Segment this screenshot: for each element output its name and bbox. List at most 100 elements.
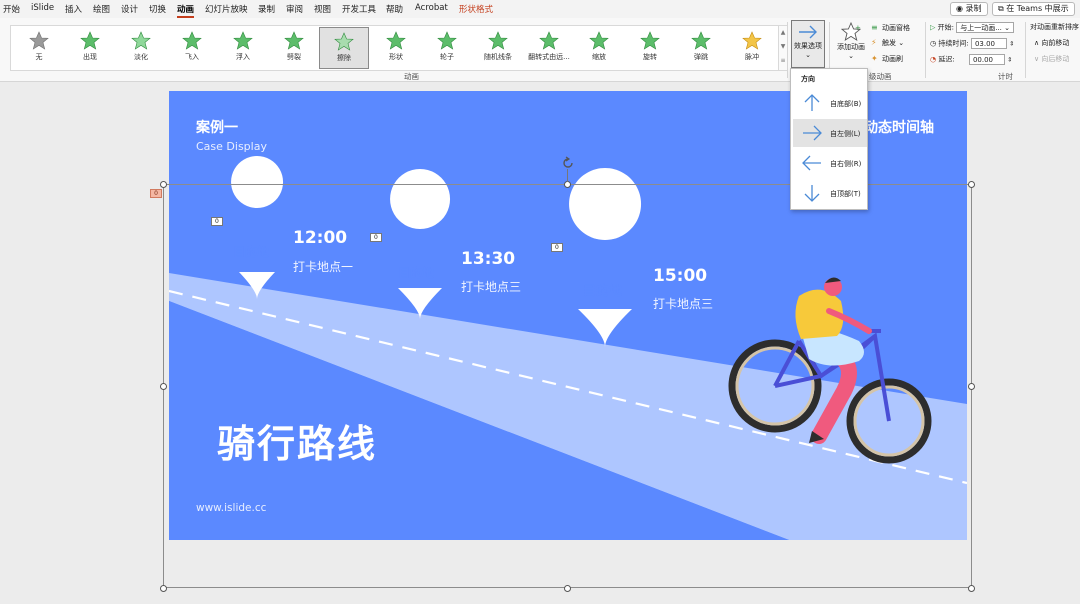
stop-place: 打卡地点三 [461,280,522,294]
spin-icon[interactable]: ⇕ [1009,41,1014,48]
trigger-button[interactable]: ⚡ 触发 ⌄ [871,38,904,48]
record-button[interactable]: ◉ 录制 [950,2,988,16]
more-icon[interactable]: ≡ [779,54,787,68]
route-title: 骑行路线 [217,422,378,466]
timeline-title: 动态时间轴 [864,120,934,136]
paintbrush-icon: ✦ [871,54,878,63]
anim-fly-in[interactable]: 飞入 [167,27,217,69]
resize-handle[interactable] [160,383,167,390]
chevron-up-icon[interactable]: ▲ [779,26,787,40]
animation-pane-button[interactable]: ≡ 动画窗格 [871,23,910,33]
resize-handle[interactable] [968,181,975,188]
resize-handle[interactable] [160,585,167,592]
teams-icon: ⧉ [998,4,1004,13]
direction-from-left[interactable]: 自左侧(L) [793,119,867,147]
tab-transitions[interactable]: 切换 [149,3,166,15]
tab-animations[interactable]: 动画 [177,3,195,18]
anim-pulse[interactable]: 脉冲 [727,27,777,69]
arrow-right-icon [799,25,817,39]
resize-handle[interactable] [564,181,571,188]
anim-appear[interactable]: 出现 [65,27,115,69]
star-green-icon [284,31,304,50]
stop-place: 打卡地点一 [293,260,354,274]
stop-time: 15:00 [653,266,708,286]
spin-icon[interactable]: ⇕ [1007,57,1012,64]
animation-order-tag[interactable]: 0 [551,243,563,252]
star-green-icon [131,31,151,50]
tab-draw[interactable]: 绘图 [93,3,110,15]
direction-from-bottom[interactable]: 自底部(B) [793,89,867,117]
pin-label: 目的地 [398,266,435,280]
tab-help[interactable]: 帮助 [386,3,403,15]
record-icon: ◉ [956,4,963,13]
star-green-icon [691,31,711,50]
play-icon: ▷ [930,23,936,32]
reorder-title: 对动画重新排序 [1030,23,1079,31]
chevron-down-icon: ⌄ [848,52,854,60]
chevron-down-icon: ∨ [1034,55,1040,63]
arrow-up-icon [804,94,820,111]
animation-gallery: 无 出现 淡化 飞入 浮入 劈裂 擦除 形状 轮子 随机线条 翻转式由远... … [10,25,779,71]
tab-review[interactable]: 审阅 [286,3,303,15]
arrow-down-icon [804,185,820,202]
pin-label: 目的地 [583,284,623,299]
tab-shape-format[interactable]: 形状格式 [459,3,493,15]
stop-time: 12:00 [293,228,348,248]
tab-developer[interactable]: 开发工具 [342,3,376,15]
anim-none[interactable]: 无 [14,27,64,69]
divider [1025,22,1026,78]
group-label-timing: 计时 [998,72,1013,81]
animation-order-tag[interactable]: 0 [211,217,223,226]
tab-record[interactable]: 录制 [258,3,275,15]
star-green-icon [334,32,354,51]
anim-wheel[interactable]: 轮子 [422,27,472,69]
move-earlier-button[interactable]: ∧ 向前移动 [1034,38,1069,48]
star-green-icon [589,31,609,50]
resize-handle[interactable] [564,585,571,592]
start-select[interactable]: 与上一动画... ⌄ [956,22,1015,33]
anim-grow-turn[interactable]: 翻转式由远... [524,27,574,69]
direction-from-right[interactable]: 自右侧(R) [793,149,867,177]
animation-order-tag[interactable]: 0 [150,189,162,198]
location-pin-icon [231,156,284,299]
timing-delay: ◔ 延迟: 00.00 ⇕ [930,54,1013,65]
anim-swivel[interactable]: 旋转 [625,27,675,69]
effect-options-button[interactable]: 效果选项 ⌄ [791,20,825,68]
tab-islide[interactable]: iSlide [31,3,54,13]
star-green-icon [80,31,100,50]
star-green-icon [640,31,660,50]
anim-zoom[interactable]: 缩放 [574,27,624,69]
tab-home[interactable]: 开始 [3,3,20,15]
anim-fade[interactable]: 淡化 [116,27,166,69]
anim-wipe[interactable]: 擦除 [319,27,369,69]
resize-handle[interactable] [968,585,975,592]
tab-view[interactable]: 视图 [314,3,331,15]
star-green-icon [539,31,559,50]
resize-handle[interactable] [968,383,975,390]
location-pin-icon [390,169,451,319]
direction-from-top[interactable]: 自顶部(T) [793,179,867,207]
add-animation-button[interactable]: + 添加动画 ⌄ [833,22,869,60]
animation-order-tag[interactable]: 0 [370,233,382,242]
animation-painter-button[interactable]: ✦ 动画刷 [871,54,903,64]
tab-slideshow[interactable]: 幻灯片放映 [205,3,248,15]
star-gray-icon [29,31,49,50]
delay-input[interactable]: 00.00 [968,54,1005,65]
tab-insert[interactable]: 插入 [65,3,82,15]
teams-present-button[interactable]: ⧉ 在 Teams 中展示 [992,2,1075,16]
anim-float-in[interactable]: 浮入 [218,27,268,69]
arrow-right-icon [803,125,822,141]
duration-input[interactable]: 03.00 [970,38,1007,49]
tab-acrobat[interactable]: Acrobat [415,3,448,13]
anim-random-bars[interactable]: 随机线条 [473,27,523,69]
anim-split[interactable]: 劈裂 [269,27,319,69]
dropdown-header: 方向 [801,75,815,83]
move-later-button[interactable]: ∨ 向后移动 [1034,54,1069,64]
resize-handle[interactable] [160,181,167,188]
anim-shape[interactable]: 形状 [371,27,421,69]
rotate-handle-icon[interactable] [561,156,575,170]
chevron-down-icon[interactable]: ▼ [779,40,787,54]
tab-design[interactable]: 设计 [121,3,138,15]
anim-bounce[interactable]: 弹跳 [676,27,726,69]
timing-duration: ◷ 持续时间: 03.00 ⇕ [930,38,1015,49]
